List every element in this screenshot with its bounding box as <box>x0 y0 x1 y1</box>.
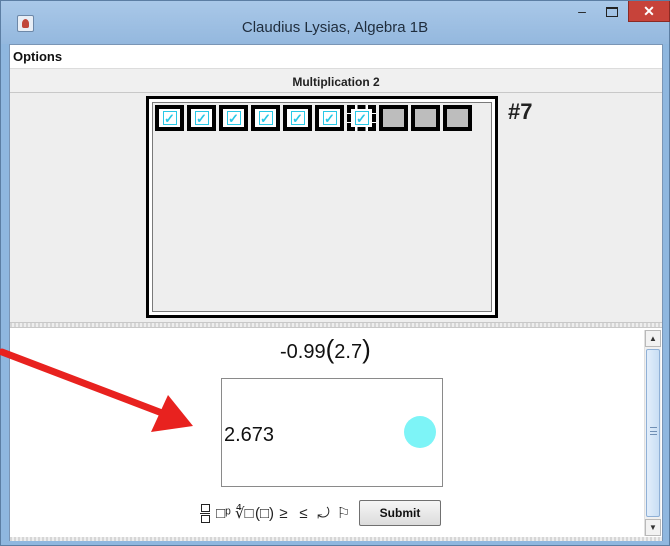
progress-box-inner: ✓ ✓ ✓ ✓ ✓ ✓ ✓ <box>152 102 492 312</box>
flag-icon[interactable]: ⚐ <box>335 504 352 522</box>
check-mark-icon: ✓ <box>162 110 177 126</box>
undo-icon[interactable]: ⤾ <box>315 505 332 522</box>
application-window: Claudius Lysias, Algebra 1B – ✕ Options … <box>0 0 670 546</box>
progress-cell-done: ✓ <box>283 105 312 131</box>
progress-cell-done: ✓ <box>251 105 280 131</box>
answer-value[interactable]: 2.673 <box>224 424 274 447</box>
progress-checklist: ✓ ✓ ✓ ✓ ✓ ✓ ✓ <box>155 105 472 131</box>
check-mark-icon: ✓ <box>322 110 337 126</box>
scroll-grip-icon <box>650 427 657 435</box>
root-icon[interactable]: ∜□ <box>235 504 254 522</box>
progress-cell-done: ✓ <box>155 105 184 131</box>
greater-equal-icon[interactable]: ≥ <box>275 505 292 522</box>
scroll-thumb[interactable] <box>646 349 660 517</box>
problem-number: #7 <box>508 99 533 124</box>
answer-status-indicator <box>404 416 436 448</box>
fraction-icon[interactable] <box>198 503 212 523</box>
check-mark-icon: ✓ <box>194 110 209 126</box>
progress-cell-empty <box>379 105 408 131</box>
section-title: Multiplication 2 <box>292 75 380 89</box>
submit-button[interactable]: Submit <box>359 500 441 526</box>
expression-coefficient: -0.99 <box>280 341 326 363</box>
less-equal-icon[interactable]: ≤ <box>295 505 312 522</box>
close-button[interactable]: ✕ <box>628 1 670 22</box>
title-bar[interactable]: Claudius Lysias, Algebra 1B – ✕ <box>1 1 670 44</box>
parentheses-icon[interactable]: (□) <box>255 505 274 522</box>
client-area: Options Multiplication 2 ✓ ✓ ✓ ✓ ✓ ✓ ✓ #7 -0.9… <box>9 44 663 541</box>
menu-options[interactable]: Options <box>13 49 62 64</box>
answer-input-box[interactable]: 2.673 <box>221 378 443 487</box>
progress-cell-empty <box>443 105 472 131</box>
check-mark-icon: ✓ <box>354 110 369 126</box>
expression-inner-value: 2.7 <box>334 341 363 363</box>
bottom-divider <box>10 537 662 541</box>
minimize-button[interactable]: – <box>571 1 593 23</box>
menu-bar: Options <box>10 45 662 69</box>
expression-close-paren: ) <box>362 334 371 364</box>
window-title: Claudius Lysias, Algebra 1B <box>241 19 429 36</box>
check-mark-icon: ✓ <box>258 110 273 126</box>
check-mark-icon: ✓ <box>226 110 241 126</box>
math-toolbar: □ᵖ ∜□ (□) ≥ ≤ ⤾ ⚐ Submit <box>198 498 441 528</box>
work-panel: -0.99(2.7) 2.673 □ᵖ ∜□ (□) ≥ ≤ ⤾ ⚐ Submi… <box>10 328 662 540</box>
progress-cell-done: ✓ <box>187 105 216 131</box>
progress-cell-done: ✓ <box>219 105 248 131</box>
progress-cell-current: ✓ <box>347 105 376 131</box>
progress-box: ✓ ✓ ✓ ✓ ✓ ✓ ✓ <box>146 96 498 318</box>
maximize-button[interactable] <box>598 1 624 23</box>
scroll-up-arrow-icon[interactable]: ▲ <box>645 330 661 347</box>
progress-cell-empty <box>411 105 440 131</box>
vertical-scrollbar[interactable]: ▲ ▼ <box>644 330 661 536</box>
progress-panel: ✓ ✓ ✓ ✓ ✓ ✓ ✓ #7 <box>10 92 662 322</box>
check-mark-icon: ✓ <box>290 110 305 126</box>
problem-expression: -0.99(2.7) <box>280 334 371 365</box>
scroll-down-arrow-icon[interactable]: ▼ <box>645 519 661 536</box>
progress-cell-done: ✓ <box>315 105 344 131</box>
exponent-icon[interactable]: □ᵖ <box>215 505 232 522</box>
expression-open-paren: ( <box>325 334 335 364</box>
